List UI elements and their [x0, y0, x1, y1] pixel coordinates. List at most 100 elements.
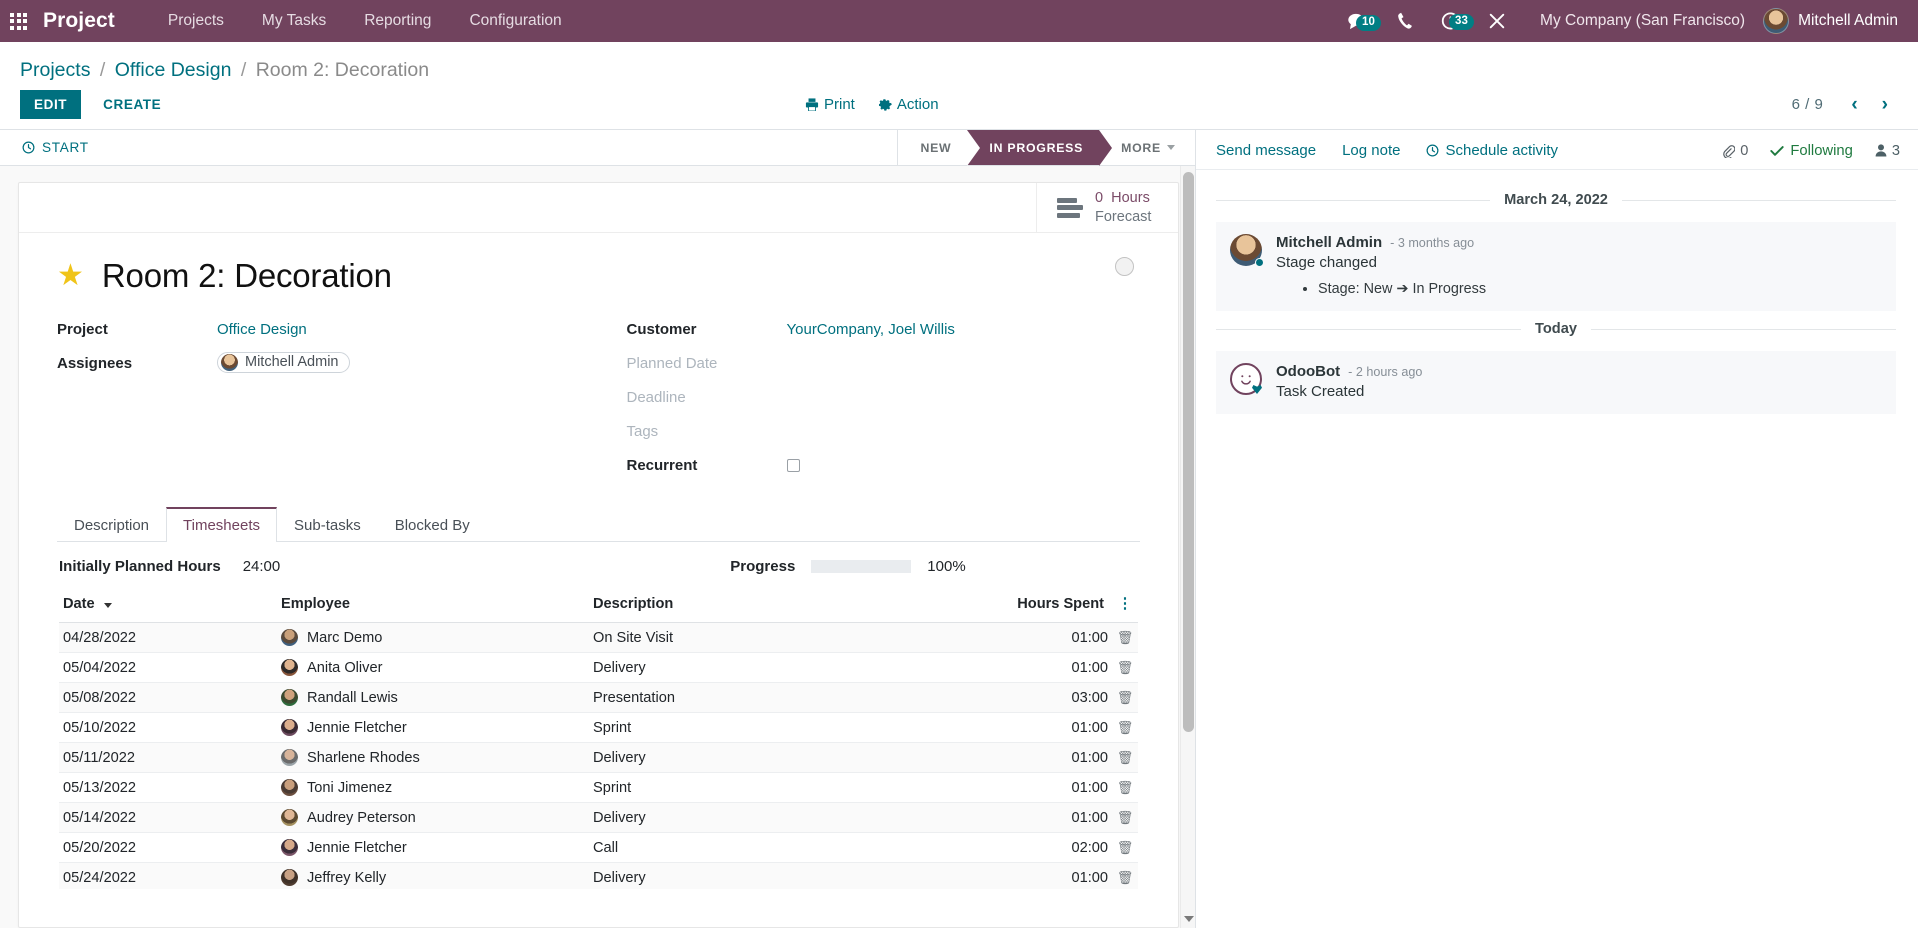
cell-date[interactable]: 05/20/2022 [59, 832, 277, 863]
trash-icon[interactable]: 🗑 [1117, 870, 1134, 885]
cell-hours-spent[interactable]: 01:00 [992, 802, 1112, 833]
column-header-hours-spent[interactable]: Hours Spent [992, 589, 1112, 623]
cell-hours-spent[interactable]: 01:00 [992, 712, 1112, 743]
cell-hours-spent[interactable]: 01:00 [992, 622, 1112, 653]
app-brand[interactable]: Project [43, 9, 115, 33]
cell-hours-spent[interactable]: 01:00 [992, 772, 1112, 803]
table-row[interactable]: 05/04/2022 Anita Oliver Delivery 01:00 🗑 [59, 652, 1138, 683]
cell-date[interactable]: 05/11/2022 [59, 742, 277, 773]
cell-date[interactable]: 05/08/2022 [59, 682, 277, 713]
create-button[interactable]: CREATE [89, 90, 175, 119]
cell-hours-spent[interactable]: 01:00 [992, 652, 1112, 683]
cell-employee[interactable]: Audrey Peterson [277, 802, 589, 833]
table-row[interactable]: 05/10/2022 Jennie Fletcher Sprint 01:00 🗑 [59, 712, 1138, 743]
cell-hours-spent[interactable]: 02:00 [992, 832, 1112, 863]
customer-link[interactable]: YourCompany, Joel Willis [787, 321, 955, 338]
cell-date[interactable]: 05/10/2022 [59, 712, 277, 743]
trash-icon[interactable]: 🗑 [1117, 840, 1134, 855]
send-message-button[interactable]: Send message [1216, 142, 1316, 159]
trash-icon[interactable]: 🗑 [1117, 630, 1134, 645]
cell-hours-spent[interactable]: 01:00 [992, 742, 1112, 773]
delete-row-button[interactable]: 🗑 [1112, 772, 1138, 803]
table-row[interactable]: 05/14/2022 Audrey Peterson Delivery 01:00 🗑 [59, 802, 1138, 833]
trash-icon[interactable]: 🗑 [1117, 720, 1134, 735]
delete-row-button[interactable]: 🗑 [1112, 862, 1138, 889]
apps-grid-icon[interactable] [10, 12, 27, 30]
form-vertical-scrollbar[interactable] [1180, 166, 1195, 928]
table-row[interactable]: 05/11/2022 Sharlene Rhodes Delivery 01:00 🗑 [59, 742, 1138, 773]
recurrent-checkbox[interactable] [786, 458, 800, 472]
favorite-star-icon[interactable]: ★ [57, 261, 84, 291]
delete-row-button[interactable]: 🗑 [1112, 682, 1138, 713]
phone-button[interactable] [1383, 12, 1427, 30]
trash-icon[interactable]: 🗑 [1117, 690, 1134, 705]
trash-icon[interactable]: 🗑 [1117, 810, 1134, 825]
column-header-description[interactable]: Description [589, 589, 992, 623]
following-button[interactable]: Following [1770, 143, 1853, 159]
menu-configuration[interactable]: Configuration [450, 12, 580, 30]
cell-hours-spent[interactable]: 03:00 [992, 682, 1112, 713]
project-link[interactable]: Office Design [217, 321, 307, 338]
scroll-down-arrow-icon[interactable] [1184, 916, 1194, 922]
messages-button[interactable]: 10 [1334, 13, 1383, 31]
planned-hours-value[interactable]: 24:00 [221, 558, 281, 575]
user-menu[interactable]: Mitchell Admin [1763, 8, 1902, 34]
table-row[interactable]: 05/20/2022 Jennie Fletcher Call 02:00 🗑 [59, 832, 1138, 863]
cell-employee[interactable]: Randall Lewis [277, 682, 589, 713]
menu-reporting[interactable]: Reporting [345, 12, 450, 30]
trash-icon[interactable]: 🗑 [1117, 750, 1134, 765]
cell-description[interactable]: Sprint [589, 772, 992, 803]
delete-row-button[interactable]: 🗑 [1112, 742, 1138, 773]
pager-previous-button[interactable]: ‹ [1841, 95, 1867, 114]
delete-row-button[interactable]: 🗑 [1112, 832, 1138, 863]
table-row[interactable]: 05/08/2022 Randall Lewis Presentation 03:00… [59, 682, 1138, 713]
forecast-smart-button[interactable]: 0 Hours Forecast [1036, 183, 1178, 232]
stage-new[interactable]: NEW [898, 130, 968, 165]
delete-row-button[interactable]: 🗑 [1112, 622, 1138, 653]
cell-date[interactable]: 05/13/2022 [59, 772, 277, 803]
cell-description[interactable]: Delivery [589, 862, 992, 889]
cell-hours-spent[interactable]: 01:00 [992, 862, 1112, 889]
cell-employee[interactable]: Toni Jimenez [277, 772, 589, 803]
menu-my-tasks[interactable]: My Tasks [243, 12, 345, 30]
cell-date[interactable]: 04/28/2022 [59, 622, 277, 653]
cell-description[interactable]: On Site Visit [589, 622, 992, 653]
table-row[interactable]: 05/13/2022 Toni Jimenez Sprint 01:00 🗑 [59, 772, 1138, 803]
debug-tools-button[interactable] [1474, 12, 1520, 30]
edit-button[interactable]: EDIT [20, 90, 82, 119]
action-menu-button[interactable]: Action [878, 96, 939, 113]
delete-row-button[interactable]: 🗑 [1112, 652, 1138, 683]
cell-description[interactable]: Presentation [589, 682, 992, 713]
stage-more-dropdown[interactable]: MORE [1099, 130, 1195, 165]
cell-employee[interactable]: Anita Oliver [277, 652, 589, 683]
cell-employee[interactable]: Jeffrey Kelly [277, 862, 589, 889]
cell-employee[interactable]: Sharlene Rhodes [277, 742, 589, 773]
cell-description[interactable]: Call [589, 832, 992, 863]
cell-date[interactable]: 05/14/2022 [59, 802, 277, 833]
trash-icon[interactable]: 🗑 [1117, 780, 1134, 795]
log-note-button[interactable]: Log note [1342, 142, 1400, 159]
stage-in-progress[interactable]: IN PROGRESS [967, 130, 1112, 166]
trash-icon[interactable]: 🗑 [1117, 660, 1134, 675]
print-menu-button[interactable]: Print [805, 96, 855, 113]
kanban-state-toggle[interactable] [1115, 257, 1134, 276]
assignee-tag[interactable]: Mitchell Admin [217, 351, 351, 373]
tab-blocked-by[interactable]: Blocked By [378, 507, 487, 542]
cell-employee[interactable]: Jennie Fletcher [277, 832, 589, 863]
cell-employee[interactable]: Marc Demo [277, 622, 589, 653]
tab-timesheets[interactable]: Timesheets [166, 507, 278, 542]
activities-button[interactable]: 33 [1427, 12, 1474, 31]
tab-sub-tasks[interactable]: Sub-tasks [277, 507, 378, 542]
column-header-employee[interactable]: Employee [277, 589, 589, 623]
tab-description[interactable]: Description [57, 507, 166, 542]
cell-date[interactable]: 05/24/2022 [59, 862, 277, 889]
table-row[interactable]: 05/24/2022 Jeffrey Kelly Delivery 01:00 🗑 [59, 862, 1138, 889]
followers-button[interactable]: 3 [1875, 143, 1900, 159]
delete-row-button[interactable]: 🗑 [1112, 712, 1138, 743]
cell-description[interactable]: Delivery [589, 652, 992, 683]
cell-description[interactable]: Sprint [589, 712, 992, 743]
cell-description[interactable]: Delivery [589, 742, 992, 773]
table-row[interactable]: 04/28/2022 Marc Demo On Site Visit 01:00 🗑 [59, 622, 1138, 653]
schedule-activity-button[interactable]: Schedule activity [1426, 142, 1558, 159]
attachments-button[interactable]: 0 [1721, 143, 1748, 159]
